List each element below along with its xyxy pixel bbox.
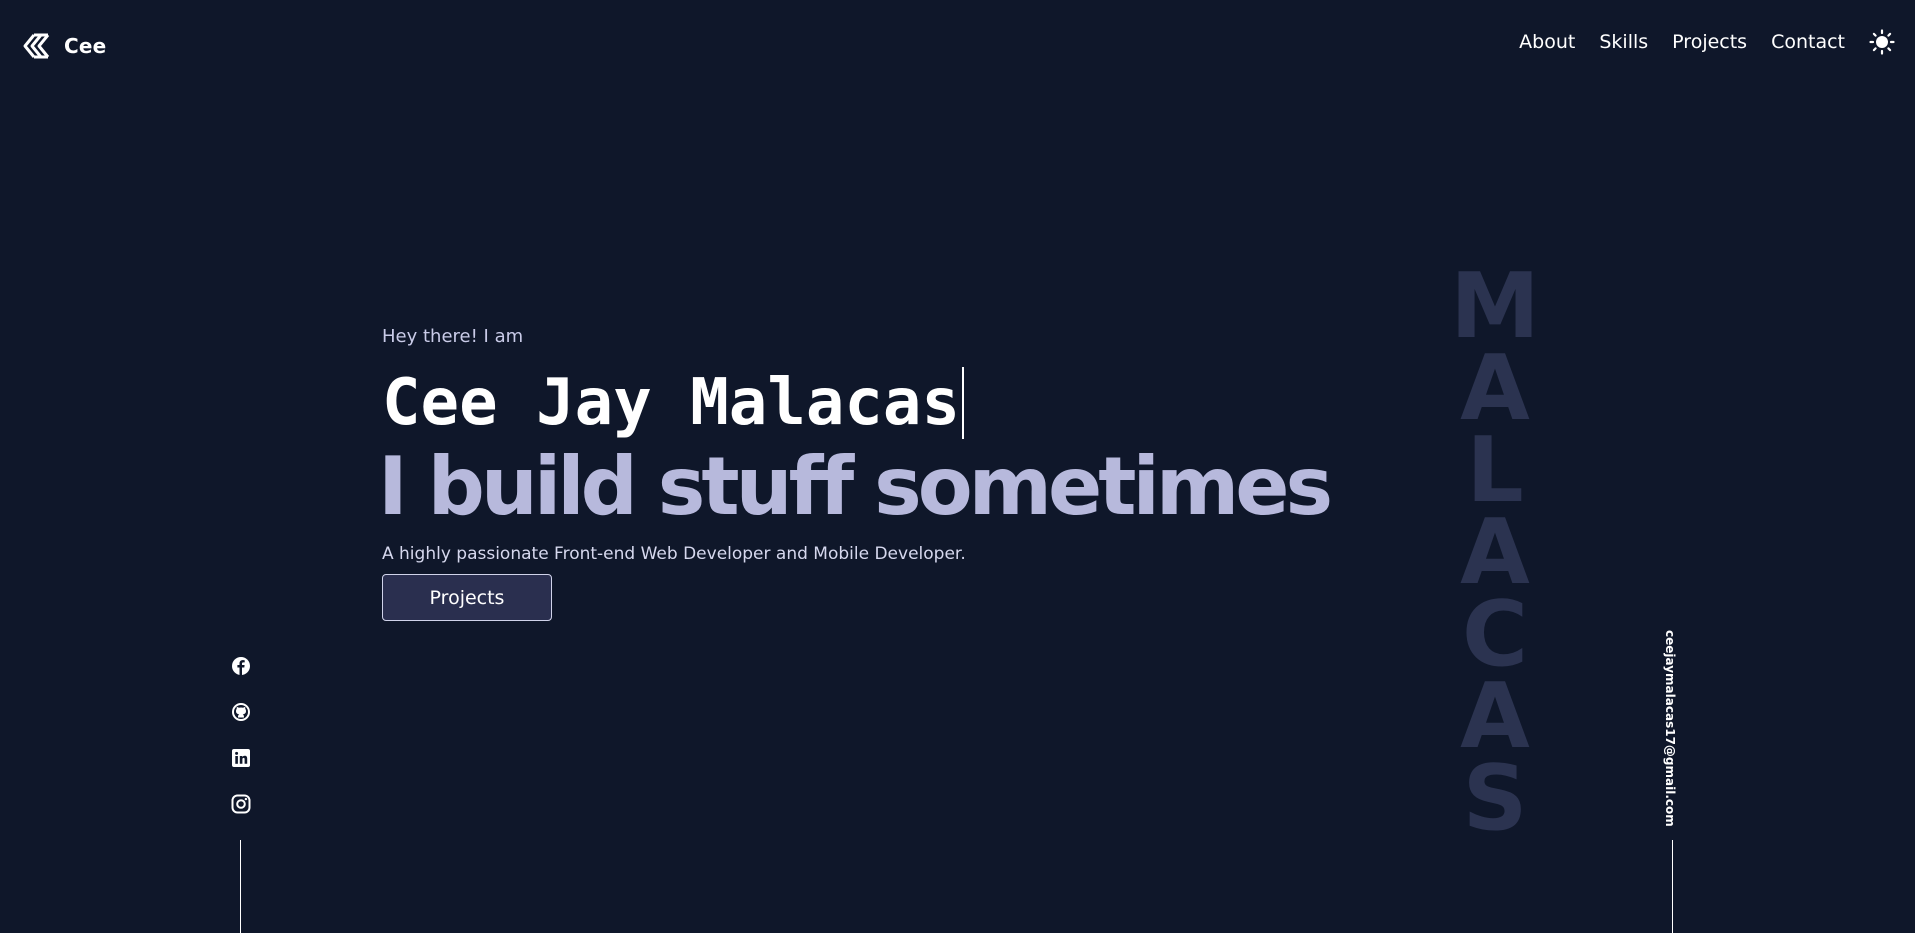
brand[interactable]: Cee <box>20 30 106 62</box>
left-divider-line <box>240 840 241 933</box>
github-icon[interactable] <box>231 702 251 722</box>
email-link[interactable]: ceejaymalacas17@gmail.com <box>1663 630 1677 827</box>
sun-icon[interactable] <box>1869 29 1895 55</box>
hero-tagline: I build stuff sometimes <box>378 440 1333 533</box>
nav-skills[interactable]: Skills <box>1599 31 1648 53</box>
brand-name: Cee <box>64 34 107 58</box>
nav-projects[interactable]: Projects <box>1672 31 1747 53</box>
nav-about[interactable]: About <box>1519 31 1575 53</box>
main-nav: About Skills Projects Contact <box>1519 29 1895 55</box>
hero-greeting: Hey there! I am <box>382 326 524 347</box>
chevron-logo-icon <box>23 33 50 59</box>
hero-name: Cee Jay Malacas <box>382 366 960 440</box>
site-header: Cee About Skills Projects Contact <box>0 0 1915 90</box>
vertical-surname: M A L A C A S <box>1440 262 1550 851</box>
typing-caret <box>961 367 964 439</box>
social-links <box>230 656 252 814</box>
linkedin-icon[interactable] <box>231 748 251 768</box>
surname-letter: S <box>1462 746 1528 851</box>
hero-name-row: Cee Jay Malacas <box>382 364 964 442</box>
facebook-icon[interactable] <box>231 656 251 676</box>
portfolio-page: Cee About Skills Projects Contact Hey th… <box>0 0 1915 933</box>
right-divider-line <box>1672 840 1673 933</box>
projects-button[interactable]: Projects <box>382 574 552 621</box>
hero-description: A highly passionate Front-end Web Develo… <box>382 544 966 564</box>
email-column: ceejaymalacas17@gmail.com <box>1662 630 1684 827</box>
nav-contact[interactable]: Contact <box>1771 31 1845 53</box>
instagram-icon[interactable] <box>231 794 251 814</box>
